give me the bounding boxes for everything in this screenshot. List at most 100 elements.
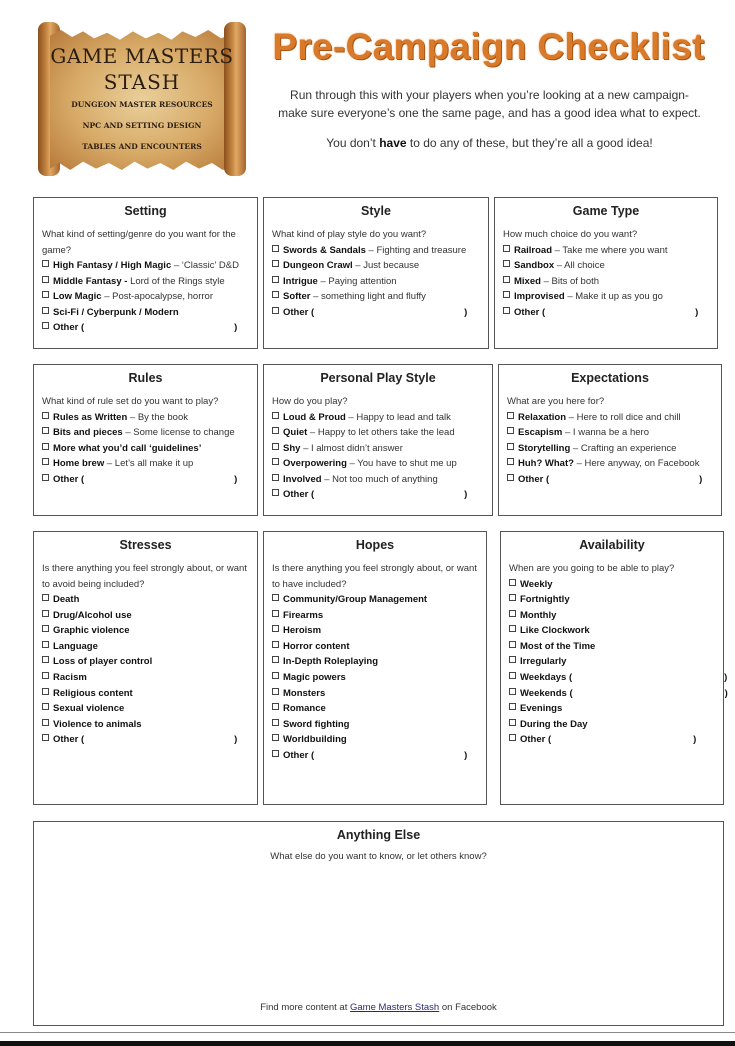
checkbox[interactable] bbox=[503, 260, 510, 268]
checkbox[interactable] bbox=[272, 749, 279, 757]
checkbox[interactable] bbox=[507, 411, 514, 419]
checkbox[interactable] bbox=[272, 473, 279, 481]
checkbox[interactable] bbox=[42, 473, 49, 481]
checkbox[interactable] bbox=[42, 656, 49, 664]
checkbox[interactable] bbox=[42, 609, 49, 617]
checklist-item[interactable]: Intrigue – Paying attention bbox=[272, 274, 480, 290]
checkbox[interactable] bbox=[42, 260, 49, 267]
checklist-item[interactable]: Loss of player control bbox=[42, 654, 249, 670]
checklist-item[interactable]: Sword fighting bbox=[272, 717, 478, 733]
checklist-item[interactable]: Irregularly bbox=[509, 654, 715, 670]
checklist-item[interactable]: Other () bbox=[503, 305, 709, 321]
checklist-item[interactable]: Swords & Sandals – Fighting and treasure bbox=[272, 243, 480, 259]
checklist-item[interactable]: Middle Fantasy - Lord of the Rings style bbox=[42, 274, 249, 290]
checklist-item[interactable]: Weekly bbox=[509, 577, 715, 593]
checkbox[interactable] bbox=[509, 703, 516, 711]
checkbox[interactable] bbox=[272, 427, 279, 435]
checkbox[interactable] bbox=[42, 442, 49, 450]
checkbox[interactable] bbox=[509, 640, 516, 648]
checklist-item[interactable]: More what you’d call ‘guidelines’ bbox=[42, 441, 249, 457]
checkbox[interactable] bbox=[272, 656, 279, 664]
checkbox[interactable] bbox=[507, 473, 514, 481]
checkbox[interactable] bbox=[42, 671, 49, 679]
checkbox[interactable] bbox=[272, 703, 279, 711]
checklist-item[interactable]: Other () bbox=[507, 472, 713, 488]
checklist-item[interactable]: Other () bbox=[272, 487, 484, 503]
checkbox[interactable] bbox=[42, 640, 49, 648]
checkbox[interactable] bbox=[507, 458, 514, 466]
checklist-item[interactable]: Sandbox – All choice bbox=[503, 258, 709, 274]
checklist-item[interactable]: Quiet – Happy to let others take the lea… bbox=[272, 425, 484, 441]
checklist-item[interactable]: Most of the Time bbox=[509, 639, 715, 655]
checkbox[interactable] bbox=[503, 306, 510, 314]
checklist-item[interactable]: Softer – something light and fluffy bbox=[272, 289, 480, 305]
checklist-item[interactable]: Escapism – I wanna be a hero bbox=[507, 425, 713, 441]
checkbox[interactable] bbox=[272, 687, 279, 695]
checkbox[interactable] bbox=[503, 291, 510, 299]
checklist-item[interactable]: Heroism bbox=[272, 623, 478, 639]
checkbox[interactable] bbox=[272, 306, 279, 314]
checklist-item[interactable]: Other () bbox=[42, 320, 249, 336]
checklist-item[interactable]: Language bbox=[42, 639, 249, 655]
checklist-item[interactable]: Storytelling – Crafting an experience bbox=[507, 441, 713, 457]
checkbox[interactable] bbox=[42, 734, 49, 742]
checklist-item[interactable]: Other () bbox=[42, 732, 249, 748]
checklist-item[interactable]: Bits and pieces – Some license to change bbox=[42, 425, 249, 441]
checklist-item[interactable]: Sci-Fi / Cyberpunk / Modern bbox=[42, 305, 249, 321]
checklist-item[interactable]: Romance bbox=[272, 701, 478, 717]
checkbox[interactable] bbox=[272, 442, 279, 450]
checkbox[interactable] bbox=[42, 625, 49, 633]
checklist-item[interactable]: Other () bbox=[42, 472, 249, 488]
checkbox[interactable] bbox=[272, 671, 279, 679]
checkbox[interactable] bbox=[503, 275, 510, 283]
checkbox[interactable] bbox=[42, 275, 49, 283]
checklist-item[interactable]: Weekdays () bbox=[509, 670, 727, 686]
checkbox[interactable] bbox=[503, 244, 510, 252]
checkbox[interactable] bbox=[509, 656, 516, 664]
checkbox[interactable] bbox=[42, 411, 49, 419]
checklist-item[interactable]: Worldbuilding bbox=[272, 732, 478, 748]
checkbox[interactable] bbox=[42, 427, 49, 435]
checklist-item[interactable]: Religious content bbox=[42, 686, 249, 702]
checklist-item[interactable]: In-Depth Roleplaying bbox=[272, 654, 478, 670]
checkbox[interactable] bbox=[272, 275, 279, 283]
checklist-item[interactable]: Other () bbox=[272, 748, 478, 764]
checklist-item[interactable]: Dungeon Crawl – Just because bbox=[272, 258, 480, 274]
checklist-item[interactable]: Sexual violence bbox=[42, 701, 249, 717]
checklist-item[interactable]: Horror content bbox=[272, 639, 478, 655]
checklist-item[interactable]: Violence to animals bbox=[42, 717, 249, 733]
checkbox[interactable] bbox=[42, 291, 49, 299]
checklist-item[interactable]: Low Magic – Post-apocalypse, horror bbox=[42, 289, 249, 305]
checkbox[interactable] bbox=[509, 718, 516, 726]
checklist-item[interactable]: Weekends () bbox=[509, 686, 728, 702]
checklist-item[interactable]: Monthly bbox=[509, 608, 715, 624]
checkbox[interactable] bbox=[42, 594, 49, 601]
checkbox[interactable] bbox=[509, 734, 516, 742]
checklist-item[interactable]: Shy – I almost didn’t answer bbox=[272, 441, 484, 457]
checkbox[interactable] bbox=[272, 260, 279, 268]
checklist-item[interactable]: Rules as Written – By the book bbox=[42, 410, 249, 426]
checkbox[interactable] bbox=[272, 411, 279, 419]
checklist-item[interactable]: Huh? What? – Here anyway, on Facebook bbox=[507, 456, 713, 472]
checklist-item[interactable]: Railroad – Take me where you want bbox=[503, 243, 709, 259]
checklist-item[interactable]: Other () bbox=[272, 305, 480, 321]
checklist-item[interactable]: Community/Group Management bbox=[272, 592, 478, 608]
checkbox[interactable] bbox=[42, 718, 49, 726]
checkbox[interactable] bbox=[509, 687, 516, 695]
checkbox[interactable] bbox=[272, 458, 279, 466]
checkbox[interactable] bbox=[272, 594, 279, 601]
checkbox[interactable] bbox=[509, 625, 516, 633]
checkbox[interactable] bbox=[42, 306, 49, 314]
checkbox[interactable] bbox=[272, 489, 279, 497]
checkbox[interactable] bbox=[42, 322, 49, 330]
checklist-item[interactable]: Home brew – Let’s all make it up bbox=[42, 456, 249, 472]
checkbox[interactable] bbox=[509, 594, 516, 602]
checkbox[interactable] bbox=[272, 244, 279, 252]
checklist-item[interactable]: Other () bbox=[509, 732, 715, 748]
checkbox[interactable] bbox=[272, 734, 279, 742]
checkbox[interactable] bbox=[507, 427, 514, 435]
checklist-item[interactable]: Evenings bbox=[509, 701, 715, 717]
facebook-link[interactable]: Game Masters Stash bbox=[350, 1002, 439, 1013]
checklist-item[interactable]: Firearms bbox=[272, 608, 478, 624]
checkbox[interactable] bbox=[509, 672, 516, 680]
